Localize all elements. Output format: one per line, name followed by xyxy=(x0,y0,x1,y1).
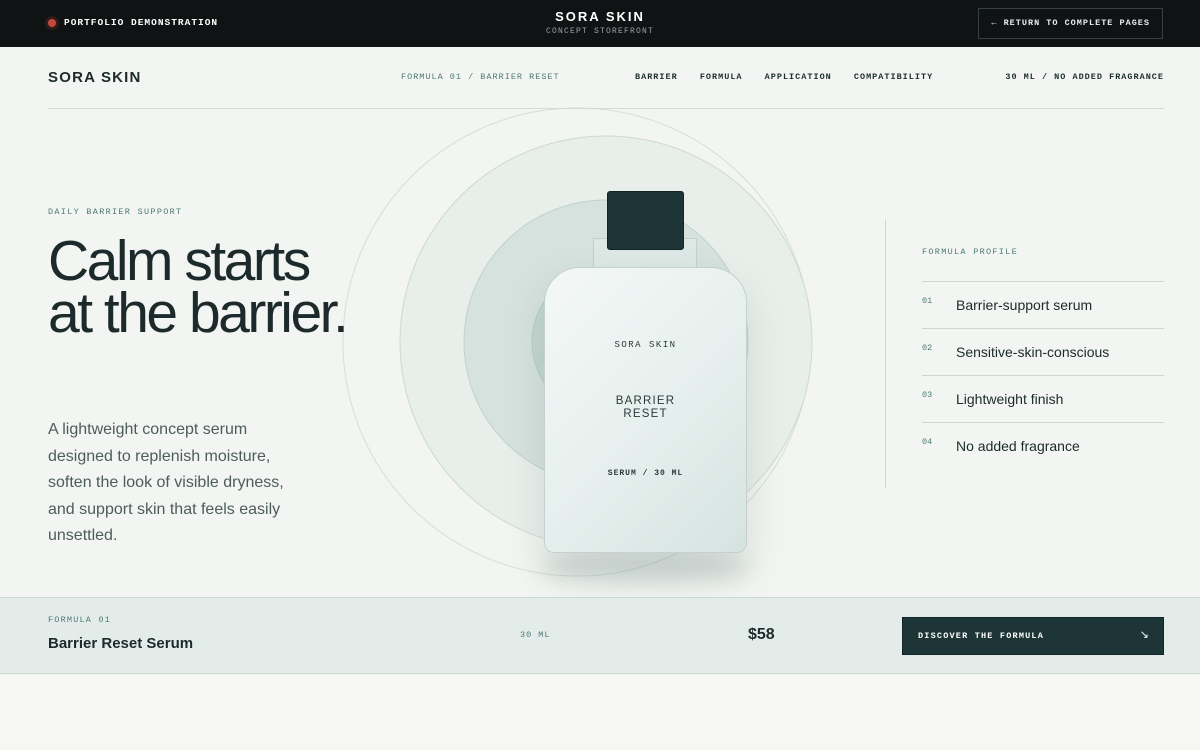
bottle-brand: SORA SKIN xyxy=(614,340,677,350)
nav-link-formula[interactable]: FORMULA xyxy=(700,72,743,82)
product-size: 30 ML xyxy=(520,630,551,640)
hero-headline: Calm starts at the barrier. xyxy=(48,229,349,345)
product-bottle: SORA SKIN BARRIER RESET SERUM / 30 ML xyxy=(544,267,747,553)
return-to-pages-button[interactable]: ← RETURN TO COMPLETE PAGES xyxy=(978,8,1163,39)
site-logo[interactable]: SORA SKIN xyxy=(48,69,142,86)
nav-link-compatibility[interactable]: COMPATIBILITY xyxy=(854,72,933,82)
bottle-cap xyxy=(607,191,684,250)
profile-item-label: No added fragrance xyxy=(956,438,1080,454)
page-footer-space xyxy=(0,675,1200,750)
nav-link-application[interactable]: APPLICATION xyxy=(765,72,832,82)
formula-profile-list: 01 Barrier-support serum 02 Sensitive-sk… xyxy=(922,281,1164,469)
arrow-down-right-icon: ↘ xyxy=(1139,629,1149,641)
hero-eyebrow: DAILY BARRIER SUPPORT xyxy=(48,207,183,217)
profile-item-number: 01 xyxy=(922,296,933,306)
bottle-product-name: BARRIER RESET xyxy=(545,395,746,420)
hero-section: SORA SKIN FORMULA 01 / BARRIER RESET BAR… xyxy=(0,47,1200,597)
profile-divider xyxy=(885,219,886,488)
product-name: Barrier Reset Serum xyxy=(48,635,194,652)
hero-description: A lightweight concept serum designed to … xyxy=(48,421,284,544)
product-meta: 30 ML / NO ADDED FRAGRANCE xyxy=(1005,72,1164,82)
bottle-name-line-2: RESET xyxy=(623,407,668,420)
bottle-size: SERUM / 30 ML xyxy=(607,469,684,478)
list-item: 03 Lightweight finish xyxy=(922,375,1164,422)
formula-label: FORMULA 01 xyxy=(48,615,112,625)
profile-item-label: Barrier-support serum xyxy=(956,297,1093,313)
nav-link-barrier[interactable]: BARRIER xyxy=(635,72,678,82)
breadcrumb: FORMULA 01 / BARRIER RESET xyxy=(401,72,560,82)
list-item: 02 Sensitive-skin-conscious xyxy=(922,328,1164,375)
cta-label: DISCOVER THE FORMULA xyxy=(918,631,1045,641)
formula-profile-title: FORMULA PROFILE xyxy=(922,247,1019,257)
bottle-shadow xyxy=(540,552,750,582)
top-bar: PORTFOLIO DEMONSTRATION SORA SKIN CONCEP… xyxy=(0,0,1200,47)
discover-formula-button[interactable]: DISCOVER THE FORMULA ↘ xyxy=(902,617,1164,655)
profile-item-number: 04 xyxy=(922,437,933,447)
profile-item-label: Sensitive-skin-conscious xyxy=(956,344,1110,360)
profile-item-number: 02 xyxy=(922,343,933,353)
nav-links: BARRIER FORMULA APPLICATION COMPATIBILIT… xyxy=(635,72,949,82)
list-item: 01 Barrier-support serum xyxy=(922,281,1164,328)
product-bar: FORMULA 01 Barrier Reset Serum 30 ML $58… xyxy=(0,597,1200,674)
profile-item-label: Lightweight finish xyxy=(956,391,1064,407)
profile-item-number: 03 xyxy=(922,390,933,400)
list-item: 04 No added fragrance xyxy=(922,422,1164,469)
bottle-name-line-1: BARRIER xyxy=(615,395,676,407)
product-price: $58 xyxy=(748,626,775,643)
site-nav: SORA SKIN FORMULA 01 / BARRIER RESET BAR… xyxy=(48,47,1164,109)
